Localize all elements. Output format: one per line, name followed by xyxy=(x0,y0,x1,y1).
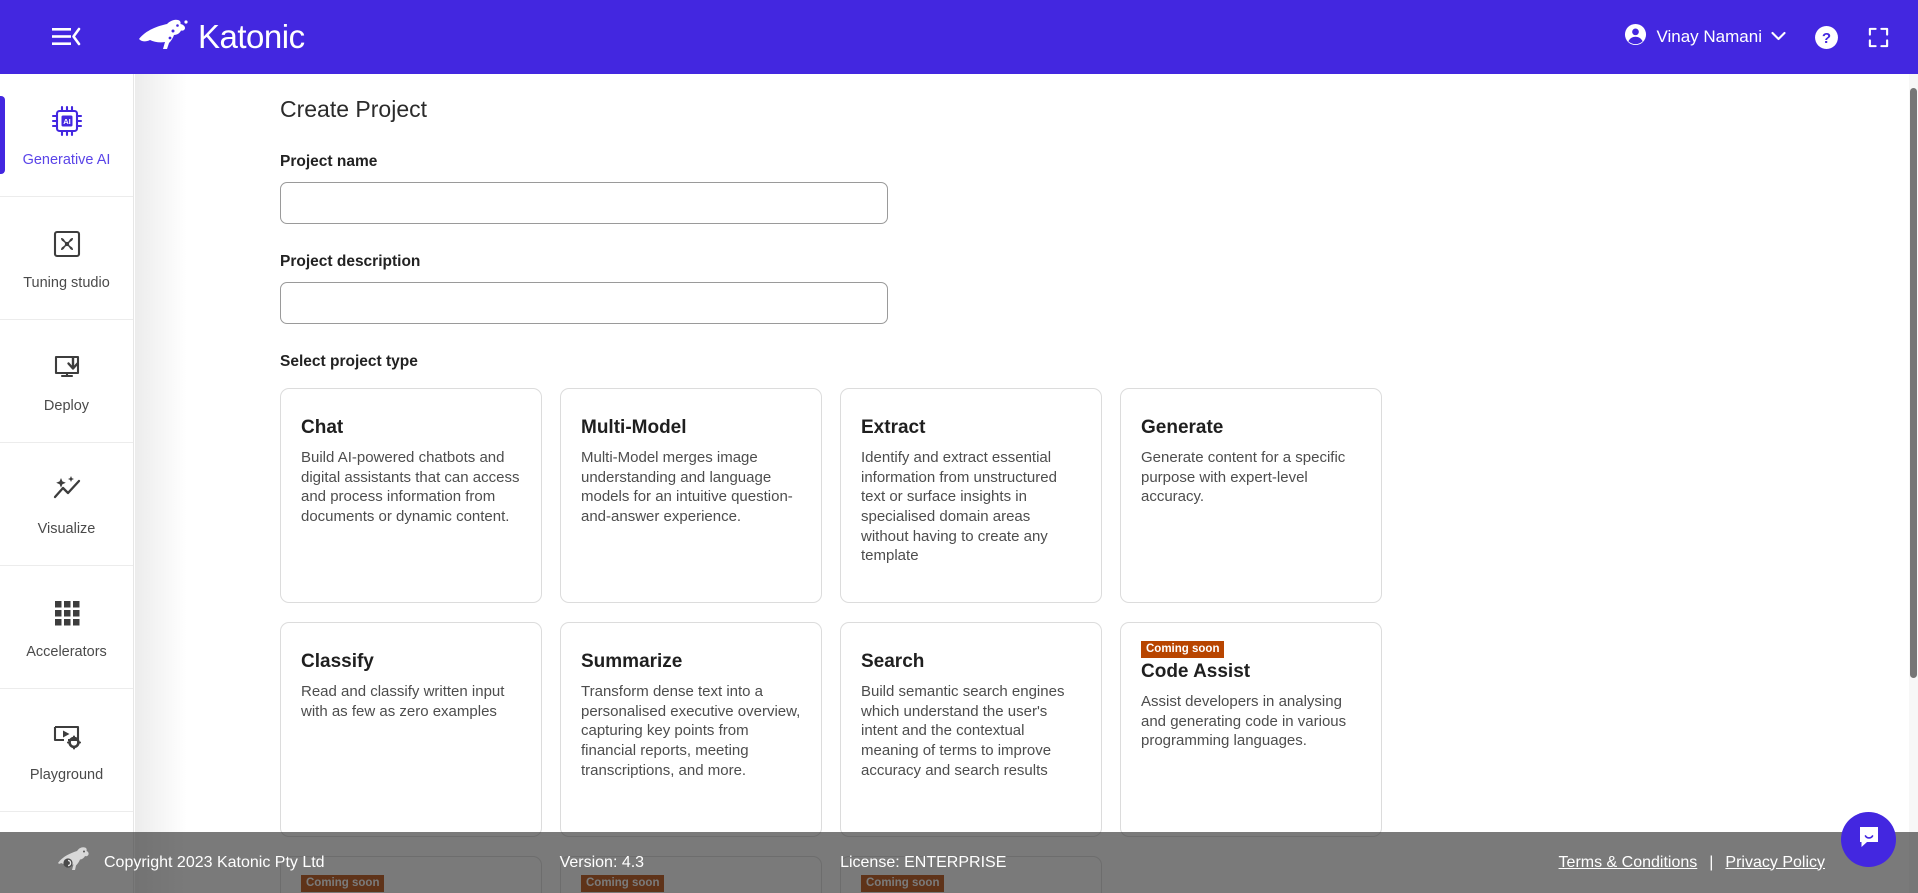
puzzle-icon xyxy=(50,225,84,263)
sidebar-item-tuning-studio[interactable]: Tuning studio xyxy=(0,197,133,320)
sidebar-item-accelerators[interactable]: Accelerators xyxy=(0,566,133,689)
card-title: Summarize xyxy=(581,651,683,672)
card-title: Generate xyxy=(1141,417,1224,438)
card-title: Extract xyxy=(861,417,926,438)
chat-widget-button[interactable] xyxy=(1841,812,1896,867)
main-content: Create Project Project name Project desc… xyxy=(135,74,1918,893)
card-title: Multi-Model xyxy=(581,417,687,438)
page-scrollbar-thumb[interactable] xyxy=(1910,88,1917,678)
user-menu-button[interactable]: Vinay Namani xyxy=(1624,23,1786,51)
brand-logo[interactable]: Katonic xyxy=(136,18,305,57)
svg-text:AI: AI xyxy=(63,117,71,126)
select-project-type-label: Select project type xyxy=(280,353,418,370)
project-type-card[interactable]: Search Build semantic search engines whic… xyxy=(840,622,1102,837)
card-title: Chat xyxy=(301,417,344,438)
page-title: Create Project xyxy=(280,96,428,122)
footer-links: Terms & Conditions | Privacy Policy xyxy=(1559,854,1825,872)
footer-separator: | xyxy=(1709,853,1714,871)
project-type-card[interactable]: Coming soon Code Assist Assist developers … xyxy=(1120,622,1382,837)
project-name-input[interactable] xyxy=(280,182,888,224)
card-description: Generate content for a specific purpose … xyxy=(1141,449,1346,506)
card-description: Multi-Model merges image understanding a… xyxy=(581,449,793,525)
ai-chip-icon: AI xyxy=(49,102,85,140)
footer-copyright: Copyright 2023 Katonic Pty Ltd xyxy=(104,853,325,871)
hamburger-collapse-icon[interactable] xyxy=(44,21,88,53)
sidebar-item-label: Tuning studio xyxy=(23,275,110,291)
card-description: Assist developers in analysing and gener… xyxy=(1141,693,1347,750)
katonic-kangaroo-icon xyxy=(56,845,92,880)
sparkle-chart-icon xyxy=(50,471,84,509)
card-description: Build semantic search engines which unde… xyxy=(861,683,1065,779)
grid-dots-icon xyxy=(52,594,82,632)
sidebar-item-playground[interactable]: Playground xyxy=(0,689,133,812)
project-type-card[interactable]: Classify Read and classify written input … xyxy=(280,622,542,837)
project-type-card[interactable]: Extract Identify and extract essential in… xyxy=(840,388,1102,603)
sidebar-item-visualize[interactable]: Visualize xyxy=(0,443,133,566)
left-sidebar: AI Generative AI Tuning studio Deploy Vi… xyxy=(0,74,134,893)
sidebar-item-label: Deploy xyxy=(43,398,90,414)
footer-license: License: ENTERPRISE xyxy=(840,853,1007,871)
project-description-input[interactable] xyxy=(280,282,888,324)
coming-soon-badge: Coming soon xyxy=(1141,641,1225,659)
top-header-bar: Katonic Vinay Namani ? xyxy=(0,0,1918,74)
sidebar-item-label: Accelerators xyxy=(26,644,107,660)
deploy-download-icon xyxy=(50,348,84,386)
footer-brand: Copyright 2023 Katonic Pty Ltd xyxy=(56,845,325,880)
header-actions: Vinay Namani ? xyxy=(1624,23,1890,51)
katonic-kangaroo-icon xyxy=(136,18,192,57)
footer-meta: Version: 4.3 License: ENTERPRISE xyxy=(560,854,1007,872)
chat-bubble-icon xyxy=(1855,823,1883,856)
sidebar-item-label: Playground xyxy=(29,767,104,783)
footer-bar: Copyright 2023 Katonic Pty Ltd Version: … xyxy=(0,832,1918,893)
user-name-label: Vinay Namani xyxy=(1656,27,1762,46)
app-root: Katonic Vinay Namani ? AI Generative AI … xyxy=(0,0,1918,893)
project-type-card[interactable]: Multi-Model Multi-Model merges image unde… xyxy=(560,388,822,603)
chevron-down-icon[interactable] xyxy=(1771,28,1786,46)
card-title: Classify xyxy=(301,651,374,672)
project-type-card[interactable]: Chat Build AI-powered chatbots and digita… xyxy=(280,388,542,603)
project-description-label: Project description xyxy=(280,253,421,270)
brand-name: Katonic xyxy=(198,18,305,55)
project-type-card[interactable]: Generate Generate content for a specific … xyxy=(1120,388,1382,603)
privacy-policy-link[interactable]: Privacy Policy xyxy=(1725,854,1825,872)
terms-conditions-link[interactable]: Terms & Conditions xyxy=(1559,854,1698,872)
account-circle-icon xyxy=(1624,23,1647,51)
card-description: Identify and extract essential informati… xyxy=(861,449,1057,565)
card-description: Build AI-powered chatbots and digital as… xyxy=(301,449,520,525)
sidebar-item-label: Generative AI xyxy=(22,152,111,168)
card-title: Code Assist xyxy=(1141,661,1251,683)
sidebar-item-deploy[interactable]: Deploy xyxy=(0,320,133,443)
footer-version: Version: 4.3 xyxy=(559,853,645,871)
sidebar-item-label: Visualize xyxy=(37,521,96,537)
help-circle-icon[interactable]: ? xyxy=(1814,25,1839,50)
play-gear-icon xyxy=(50,717,84,755)
card-description: Transform dense text into a personalised… xyxy=(581,683,801,779)
fullscreen-icon[interactable] xyxy=(1867,26,1890,49)
card-title: Search xyxy=(861,651,925,672)
project-type-card-grid: Chat Build AI-powered chatbots and digita… xyxy=(280,388,1605,893)
card-description: Read and classify written input with as … xyxy=(301,683,505,720)
project-name-label: Project name xyxy=(280,153,378,170)
project-type-card[interactable]: Summarize Transform dense text into a per… xyxy=(560,622,822,837)
sidebar-item-generative-ai[interactable]: AI Generative AI xyxy=(0,74,133,197)
svg-text:?: ? xyxy=(1822,30,1831,47)
